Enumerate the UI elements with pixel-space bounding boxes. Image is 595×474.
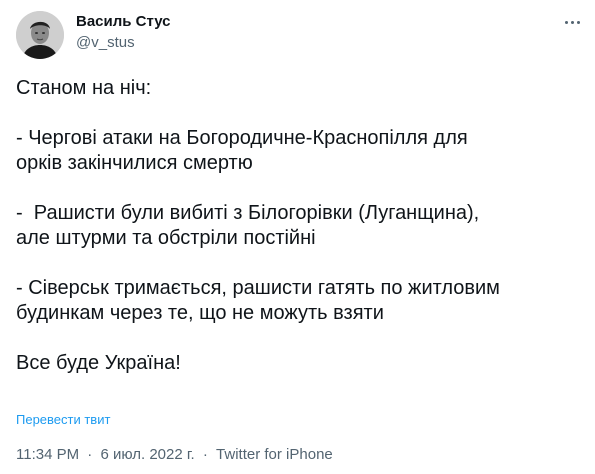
tweet-line: Все буде Україна! xyxy=(16,352,181,374)
tweet-line: але штурми та обстріли постійні xyxy=(16,227,316,249)
tweet-line: - Чергові атаки на Богородичне-Краснопіл… xyxy=(16,127,468,149)
avatar-portrait-icon xyxy=(16,11,64,59)
tweet-source-link[interactable]: Twitter for iPhone xyxy=(216,446,333,463)
meta-separator: · xyxy=(202,446,208,463)
tweet-line xyxy=(16,326,581,351)
more-horizontal-icon xyxy=(564,20,568,24)
author-handle[interactable]: @v_stus xyxy=(76,34,171,52)
tweet-card: Василь Стус @v_stus Станом на ніч: - Чер… xyxy=(0,0,595,474)
author-block: Василь Стус @v_stus xyxy=(76,13,171,52)
tweet-date[interactable]: 6 июл. 2022 г. xyxy=(100,446,194,463)
tweet-line: - Сіверськ тримається, рашисти гатять по… xyxy=(16,277,500,299)
tweet-line: будинкам через те, що не можуть взяти xyxy=(16,302,384,324)
meta-separator: · xyxy=(87,446,93,463)
more-options-button[interactable] xyxy=(561,13,583,31)
more-horizontal-icon xyxy=(570,20,574,24)
tweet-text: Станом на ніч: - Чергові атаки на Богоро… xyxy=(16,76,581,376)
tweet-line: Станом на ніч: xyxy=(16,77,152,99)
author-display-name[interactable]: Василь Стус xyxy=(76,13,171,31)
tweet-line xyxy=(16,176,581,201)
tweet-line xyxy=(16,101,581,126)
tweet-time[interactable]: 11:34 PM xyxy=(16,446,79,463)
more-horizontal-icon xyxy=(576,20,580,24)
tweet-line xyxy=(16,251,581,276)
tweet-line: орків закінчилися смертю xyxy=(16,152,253,174)
tweet-line: - Рашисти були вибиті з Білогорівки (Луг… xyxy=(16,202,480,224)
avatar[interactable] xyxy=(16,11,64,59)
translate-tweet-link[interactable]: Перевести твит xyxy=(16,412,110,427)
tweet-metadata: 11:34 PM · 6 июл. 2022 г. · Twitter for … xyxy=(16,446,333,464)
